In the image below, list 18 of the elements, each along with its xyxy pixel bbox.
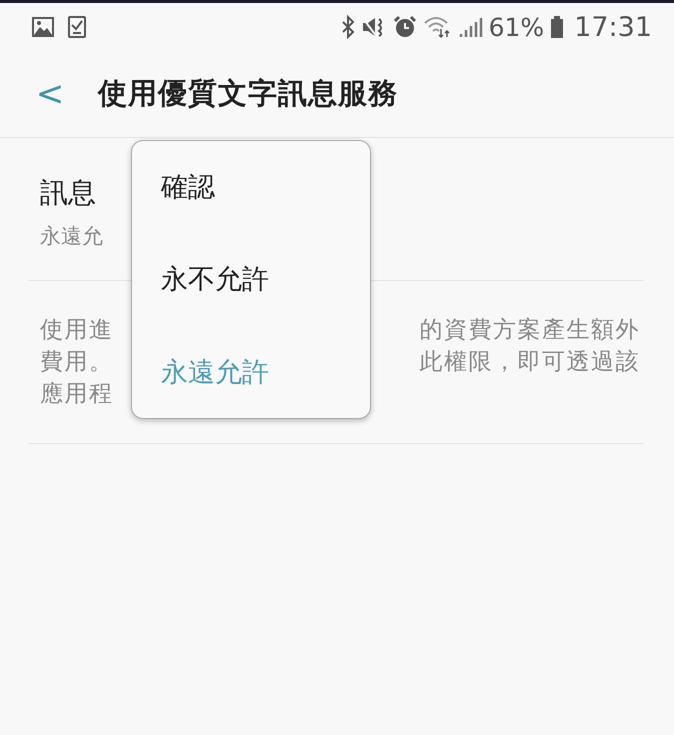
description-text: 應用程 (40, 380, 114, 408)
setting-value: 永遠允 (40, 223, 103, 250)
signal-icon (458, 16, 483, 38)
menu-option[interactable]: 永不允許 (132, 249, 370, 310)
battery-percent: 61% (488, 12, 544, 42)
description-text: 的資費方案產生額外 (420, 316, 640, 344)
alarm-icon (392, 15, 417, 39)
description-text: 使用進 (40, 316, 114, 344)
battery-icon (550, 15, 564, 39)
menu-option[interactable]: 確認 (132, 157, 370, 218)
gallery-icon (32, 17, 54, 37)
setting-title: 訊息 (40, 175, 96, 211)
description-text: 費用。 (40, 348, 114, 376)
clock-time: 17:31 (574, 12, 652, 42)
checklist-icon (68, 16, 86, 38)
page-title: 使用優質文字訊息服務 (98, 75, 398, 112)
bluetooth-icon (340, 15, 355, 39)
description-text: 此權限，即可透過該 (420, 348, 640, 376)
